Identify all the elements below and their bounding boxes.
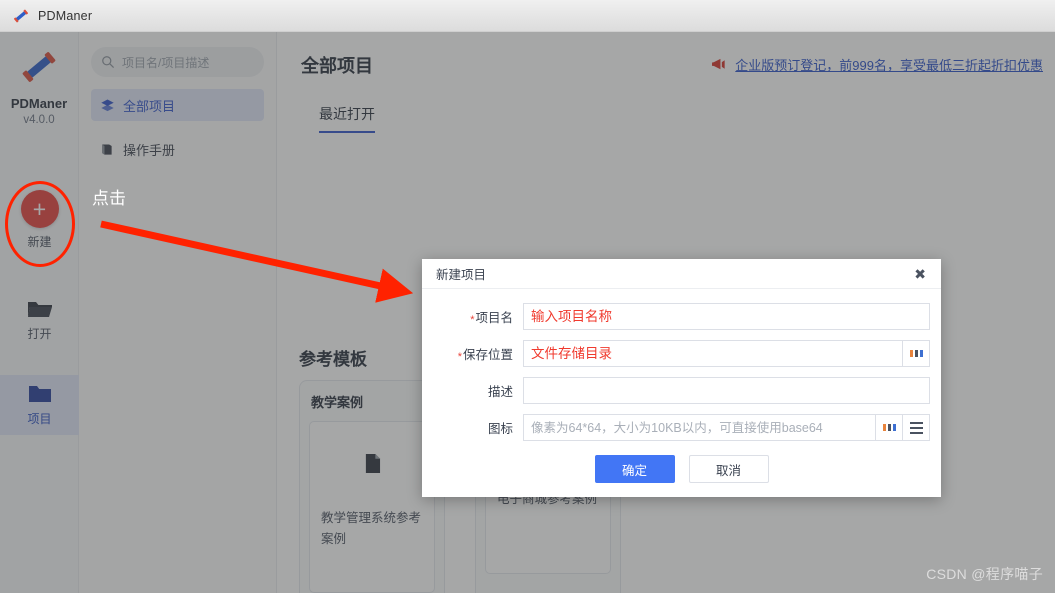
form-row-save-location: *保存位置 <box>433 340 930 367</box>
dialog-actions: 确定 取消 <box>433 451 930 497</box>
label-description: 描述 <box>487 385 513 399</box>
close-icon[interactable]: ✖ <box>911 265 929 283</box>
form-row-description: 描述 <box>433 377 930 404</box>
cancel-button[interactable]: 取消 <box>688 455 769 483</box>
field-project-name-control <box>523 303 930 330</box>
ellipsis-icon <box>882 424 896 431</box>
field-description-control <box>523 377 930 404</box>
dialog-title: 新建项目 <box>436 268 487 282</box>
description-input[interactable] <box>523 377 930 404</box>
ellipsis-icon <box>909 350 923 357</box>
field-save-location-control <box>523 340 930 367</box>
form-row-project-name: *项目名 <box>433 303 930 330</box>
confirm-button[interactable]: 确定 <box>594 455 675 483</box>
icon-input[interactable] <box>523 414 876 441</box>
icon-browse-button[interactable] <box>876 414 903 441</box>
label-save-location: *保存位置 <box>457 348 513 363</box>
pdmaner-logo-icon <box>14 9 28 22</box>
dialog-header: 新建项目 ✖ <box>422 259 941 289</box>
label-project-name: *项目名 <box>470 311 513 326</box>
window-title: PDManer <box>38 8 93 23</box>
required-asterisk: * <box>470 314 475 326</box>
watermark: CSDN @程序喵子 <box>926 566 1043 582</box>
save-location-input[interactable] <box>523 340 903 367</box>
new-project-dialog: 新建项目 ✖ *项目名 *保存位置 <box>422 259 941 497</box>
dialog-body: *项目名 *保存位置 <box>422 289 941 497</box>
hamburger-icon <box>909 421 923 434</box>
app-window: PDManer PDManer v4.0.0 + 新建 打开 项目 项目名/项目… <box>0 0 1055 593</box>
project-name-input[interactable] <box>523 303 930 330</box>
label-icon: 图标 <box>487 422 513 436</box>
icon-menu-button[interactable] <box>903 414 930 441</box>
form-row-icon: 图标 <box>433 414 930 441</box>
save-location-browse-button[interactable] <box>903 340 930 367</box>
required-asterisk: * <box>457 351 462 363</box>
window-titlebar: PDManer <box>0 0 1055 32</box>
field-icon-control <box>523 414 930 441</box>
